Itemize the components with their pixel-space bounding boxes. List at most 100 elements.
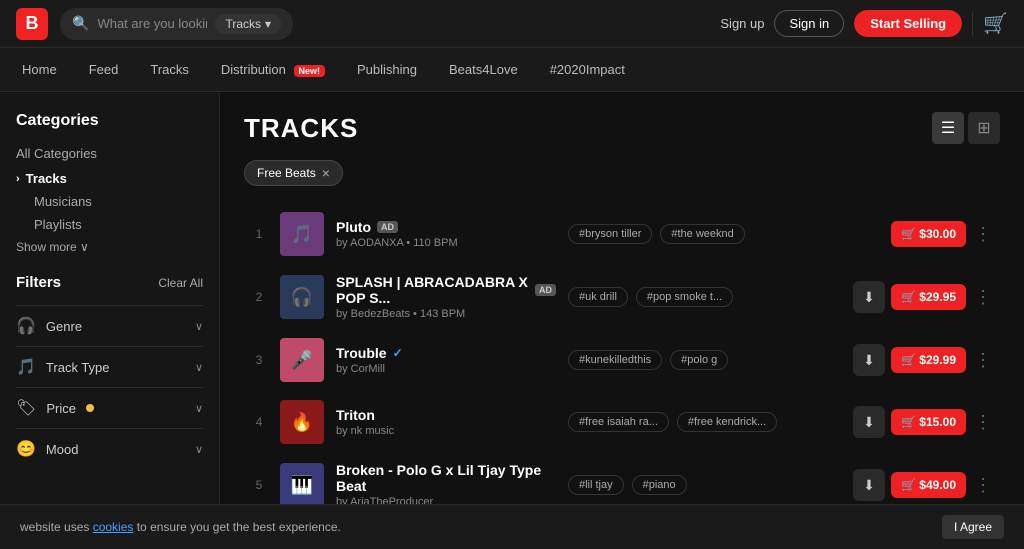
main-layout: Categories All Categories › Tracks Music… (0, 92, 1024, 549)
track-tag[interactable]: #lil tjay (568, 475, 624, 495)
sidebar-all-categories[interactable]: All Categories (16, 146, 203, 161)
download-button[interactable]: ⬇ (853, 406, 885, 438)
search-bar[interactable]: 🔍 Tracks ▾ (60, 8, 293, 40)
nav-bar: Home Feed Tracks Distribution New! Publi… (0, 48, 1024, 92)
track-row[interactable]: 3 🎤 Trouble ✓ by CorMill #kunekilledthis… (244, 330, 1000, 390)
track-row[interactable]: 2 🎧 SPLASH | ABRACADABRA X POP S... AD b… (244, 266, 1000, 328)
cookie-bar: website uses cookies to ensure you get t… (0, 504, 1024, 549)
track-info: Triton by nk music (336, 407, 556, 437)
list-view-button[interactable]: ☰ (932, 112, 964, 144)
cookie-agree-button[interactable]: I Agree (942, 515, 1004, 539)
search-dropdown-label: Tracks (225, 17, 261, 31)
signup-button[interactable]: Sign up (720, 16, 764, 31)
view-toggle: ☰ ⊞ (932, 112, 1000, 144)
search-input[interactable] (97, 16, 207, 31)
more-options-button[interactable]: ⋮ (972, 412, 994, 433)
filter-genre[interactable]: 🎧 Genre ∨ (16, 305, 203, 346)
price-button[interactable]: 🛒 $29.99 (891, 347, 966, 373)
nav-item-home[interactable]: Home (20, 62, 59, 77)
track-name: Triton (336, 407, 556, 423)
price-button[interactable]: 🛒 $15.00 (891, 409, 966, 435)
mood-label: Mood (46, 442, 79, 457)
nav-item-publishing[interactable]: Publishing (355, 62, 419, 77)
more-options-button[interactable]: ⋮ (972, 287, 994, 308)
sidebar-item-musicians[interactable]: Musicians (34, 194, 203, 209)
more-options-button[interactable]: ⋮ (972, 350, 994, 371)
track-tag[interactable]: #free kendrick... (677, 412, 777, 432)
ad-badge: AD (535, 284, 556, 296)
nav-item-beats4love[interactable]: Beats4Love (447, 62, 520, 77)
sidebar-item-playlists[interactable]: Playlists (34, 217, 203, 232)
track-tag[interactable]: #polo g (670, 350, 728, 370)
price-button[interactable]: 🛒 $30.00 (891, 221, 966, 247)
cart-icon[interactable]: 🛒 (983, 11, 1008, 36)
cookie-text: website uses cookies to ensure you get t… (20, 520, 341, 534)
price-icon: 🏷 (16, 398, 36, 418)
nav-item-distribution[interactable]: Distribution New! (219, 62, 327, 77)
distribution-badge: New! (294, 65, 326, 77)
show-more-button[interactable]: Show more ∨ (16, 240, 203, 254)
filter-price[interactable]: 🏷 Price ∨ (16, 387, 203, 428)
track-tag[interactable]: #the weeknd (660, 224, 744, 244)
clear-all-button[interactable]: Clear All (158, 276, 203, 290)
track-thumbnail: 🎤 (280, 338, 324, 382)
track-tag[interactable]: #uk drill (568, 287, 628, 307)
track-row[interactable]: 1 🎵 Pluto AD by AODANXA • 110 BPM #bryso… (244, 204, 1000, 264)
sidebar: Categories All Categories › Tracks Music… (0, 92, 220, 549)
remove-chip-icon[interactable]: × (322, 165, 330, 181)
price-label: Price (46, 401, 76, 416)
more-options-button[interactable]: ⋮ (972, 475, 994, 496)
sidebar-item-tracks[interactable]: › Tracks (16, 171, 203, 186)
track-tag[interactable]: #bryson tiller (568, 224, 652, 244)
price-button[interactable]: 🛒 $49.00 (891, 472, 966, 498)
track-tag[interactable]: #kunekilledthis (568, 350, 662, 370)
track-tag[interactable]: #pop smoke t... (636, 287, 733, 307)
track-tags: #uk drill #pop smoke t... (568, 287, 841, 307)
track-type-chevron-icon: ∨ (195, 361, 203, 374)
download-button[interactable]: ⬇ (853, 344, 885, 376)
price-button[interactable]: 🛒 $29.95 (891, 284, 966, 310)
track-thumbnail: 🎵 (280, 212, 324, 256)
free-beats-chip[interactable]: Free Beats × (244, 160, 343, 186)
search-icon: 🔍 (72, 15, 89, 32)
categories-title: Categories (16, 112, 203, 130)
track-type-icon: 🎵 (16, 357, 36, 377)
track-tags: #bryson tiller #the weeknd (568, 224, 879, 244)
nav-divider (972, 12, 973, 36)
track-tag[interactable]: #piano (632, 475, 687, 495)
track-artist: by nk music (336, 425, 556, 437)
track-number: 2 (250, 290, 268, 304)
nav-item-2020impact[interactable]: #2020Impact (548, 62, 627, 77)
filters-title: Filters (16, 274, 61, 291)
filter-track-type[interactable]: 🎵 Track Type ∨ (16, 346, 203, 387)
nav-item-tracks[interactable]: Tracks (148, 62, 191, 77)
more-options-button[interactable]: ⋮ (972, 224, 994, 245)
track-actions: ⬇ 🛒 $29.95 ⋮ (853, 281, 994, 313)
filters-header: Filters Clear All (16, 274, 203, 291)
search-dropdown[interactable]: Tracks ▾ (215, 14, 281, 34)
sidebar-tracks-label: Tracks (26, 171, 67, 186)
track-artist: by CorMill (336, 363, 556, 375)
download-button[interactable]: ⬇ (853, 469, 885, 501)
track-actions: ⬇ 🛒 $49.00 ⋮ (853, 469, 994, 501)
track-row[interactable]: 4 🔥 Triton by nk music #free isaiah ra..… (244, 392, 1000, 452)
start-selling-button[interactable]: Start Selling (854, 10, 962, 37)
cookie-link[interactable]: cookies (93, 520, 134, 534)
filter-mood[interactable]: 😊 Mood ∨ (16, 428, 203, 469)
verified-icon: ✓ (393, 346, 403, 360)
track-number: 3 (250, 353, 268, 367)
mood-chevron-icon: ∨ (195, 443, 203, 456)
price-chevron-icon: ∨ (195, 402, 203, 415)
nav-item-feed[interactable]: Feed (87, 62, 121, 77)
genre-label: Genre (46, 319, 82, 334)
track-thumbnail: 🎹 (280, 463, 324, 507)
signin-button[interactable]: Sign in (774, 10, 844, 37)
track-thumbnail: 🎧 (280, 275, 324, 319)
top-nav-actions: Sign up Sign in Start Selling 🛒 (720, 10, 1008, 37)
track-list: 1 🎵 Pluto AD by AODANXA • 110 BPM #bryso… (244, 204, 1000, 549)
track-tag[interactable]: #free isaiah ra... (568, 412, 669, 432)
page-title: TRACKS (244, 113, 358, 144)
download-button[interactable]: ⬇ (853, 281, 885, 313)
grid-view-button[interactable]: ⊞ (968, 112, 1000, 144)
track-type-label: Track Type (46, 360, 110, 375)
